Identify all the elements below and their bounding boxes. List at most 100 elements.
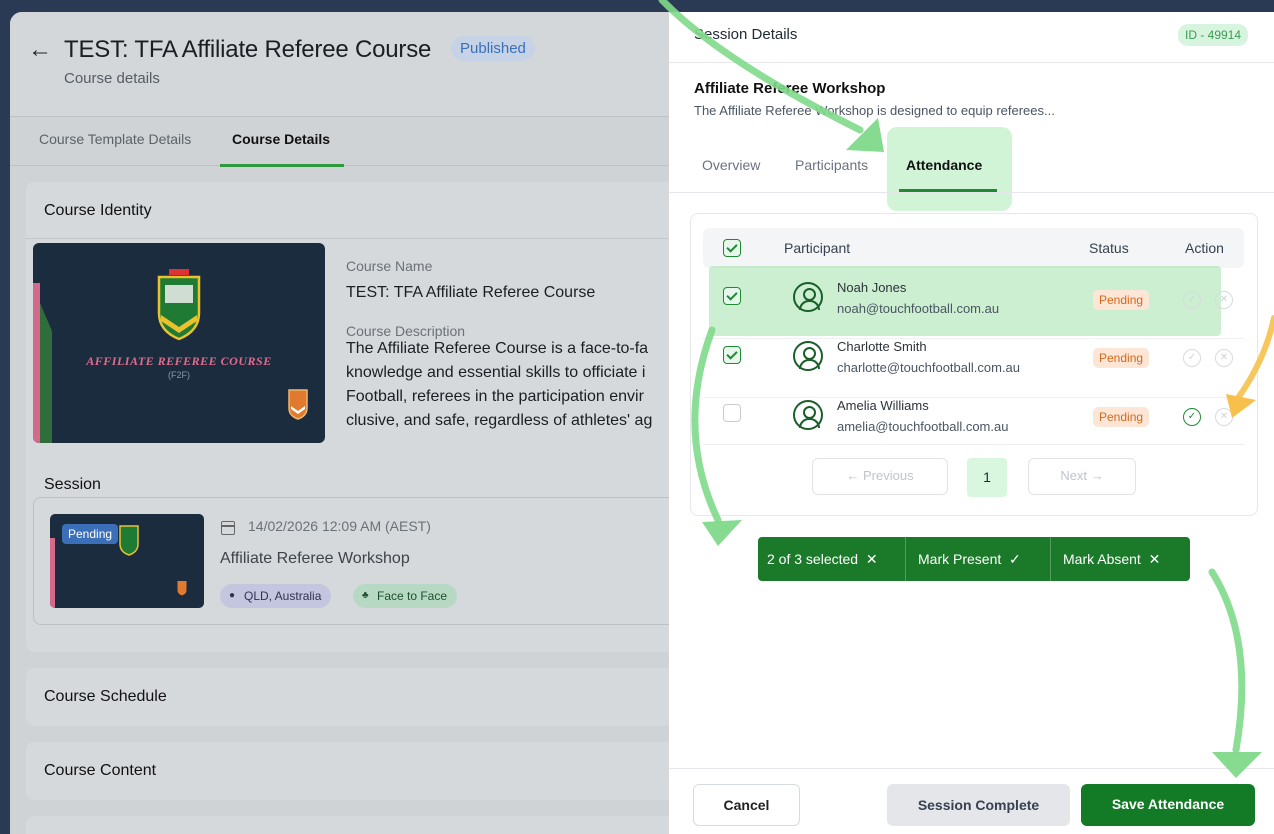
session-name: Affiliate Referee Workshop: [694, 80, 886, 97]
cancel-button[interactable]: Cancel: [693, 784, 800, 826]
row-checkbox[interactable]: [723, 346, 741, 364]
location-chip: ● QLD, Australia: [220, 584, 332, 608]
page-tabs: Course Template Details Course Details: [10, 116, 710, 167]
participant-email: charlotte@touchfootball.com.au: [837, 360, 1021, 375]
column-header-participant: Participant: [784, 240, 851, 256]
mark-absent-icon[interactable]: ✕: [1215, 349, 1233, 367]
course-schedule-card[interactable]: Course Schedule: [26, 668, 702, 726]
course-description: The Affiliate Referee Course is a face-t…: [346, 337, 666, 433]
session-details-drawer: Session Details ID - 49914 Affiliate Ref…: [669, 12, 1274, 834]
tab-course-template-details[interactable]: Course Template Details: [39, 131, 191, 147]
clear-selection-button[interactable]: 2 of 3 selected ✕: [767, 537, 878, 581]
participant-name: Noah Jones: [837, 280, 907, 295]
row-divider: [703, 444, 1244, 445]
status-badge: Pending: [1093, 407, 1150, 427]
divider: [669, 192, 1274, 193]
next-page-button[interactable]: Next →: [1028, 458, 1136, 495]
select-all-checkbox[interactable]: [723, 239, 741, 257]
course-name-label: Course Name: [346, 258, 433, 274]
close-icon: ✕: [1148, 551, 1161, 567]
location-pin-icon: ●: [229, 590, 236, 601]
mark-present-icon[interactable]: ✓: [1183, 349, 1201, 367]
row-checkbox[interactable]: [723, 404, 741, 422]
back-arrow-icon[interactable]: ←: [28, 38, 52, 62]
divider: [1050, 537, 1051, 581]
column-header-status: Status: [1089, 240, 1129, 256]
selection-count: 2 of 3 selected: [767, 551, 859, 567]
participant-name: Charlotte Smith: [837, 339, 927, 354]
mark-present-button[interactable]: Mark Present ✓: [918, 537, 1021, 581]
delivery-text: Face to Face: [377, 589, 448, 603]
course-cover-image: AFFILIATE REFEREE COURSE (F2F): [33, 243, 325, 443]
previous-label: Previous: [863, 468, 914, 483]
tab-attendance[interactable]: Attendance: [906, 157, 982, 173]
participant-email: noah@touchfootball.com.au: [837, 301, 1000, 316]
row-checkbox[interactable]: [723, 287, 741, 305]
status-badge: Pending: [1093, 348, 1150, 368]
course-schedule-title: Course Schedule: [44, 688, 167, 705]
session-section-title: Session: [44, 476, 101, 493]
drawer-title: Session Details: [694, 26, 798, 43]
session-status-tag: Pending: [62, 524, 119, 544]
tab-course-details[interactable]: Course Details: [232, 131, 330, 147]
status-badge: Pending: [1093, 290, 1150, 310]
small-shield-icon: [177, 581, 187, 596]
user-avatar-icon: [793, 341, 823, 371]
check-icon: ✓: [1009, 551, 1021, 567]
save-attendance-button[interactable]: Save Attendance: [1081, 784, 1255, 826]
session-date: 14/02/2026 12:09 AM (AEST): [248, 518, 431, 534]
page-header: ← TEST: TFA Affiliate Referee Course Pub…: [10, 12, 710, 116]
calendar-icon: [221, 521, 235, 535]
course-content-card[interactable]: Course Content: [26, 742, 702, 800]
mark-absent-button[interactable]: Mark Absent ✕: [1063, 537, 1160, 581]
next-label: Next: [1060, 468, 1088, 483]
collapsed-card[interactable]: [26, 816, 702, 834]
mark-present-icon[interactable]: ✓: [1183, 408, 1201, 426]
tab-overview[interactable]: Overview: [702, 157, 760, 173]
cover-title: AFFILIATE REFEREE COURSE: [86, 354, 272, 368]
row-divider: [703, 338, 1244, 339]
participant-email: amelia@touchfootball.com.au: [837, 419, 1009, 434]
column-header-action: Action: [1185, 240, 1224, 256]
location-text: QLD, Australia: [244, 589, 322, 603]
tab-participants[interactable]: Participants: [795, 157, 868, 173]
page-subtitle: Course details: [64, 70, 160, 87]
cover-subtitle: (F2F): [168, 370, 190, 380]
description-line: knowledge and essential skills to offici…: [346, 364, 646, 381]
course-identity-title: Course Identity: [44, 202, 152, 219]
course-name-value: TEST: TFA Affiliate Referee Course: [346, 284, 596, 301]
active-tab-indicator: [220, 164, 344, 167]
divider: [669, 62, 1274, 63]
close-icon: ✕: [865, 551, 878, 567]
user-avatar-icon: [793, 282, 823, 312]
session-complete-button[interactable]: Session Complete: [887, 784, 1070, 826]
divider: [905, 537, 906, 581]
course-content-title: Course Content: [44, 762, 157, 779]
mark-absent-icon[interactable]: ✕: [1215, 408, 1233, 426]
status-badge: Published: [451, 36, 535, 61]
small-shield-icon: [288, 389, 308, 420]
row-divider: [703, 397, 1244, 398]
session-description: The Affiliate Referee Workshop is design…: [694, 103, 1055, 118]
touch-football-shield-icon: [119, 525, 139, 556]
description-line: clusive, and safe, regardless of athlete…: [346, 412, 653, 429]
mark-present-label: Mark Present: [918, 551, 1002, 567]
description-line: The Affiliate Referee Course is a face-t…: [346, 340, 649, 357]
page-number-button[interactable]: 1: [967, 458, 1007, 497]
people-icon: ♣: [362, 590, 369, 601]
participant-name: Amelia Williams: [837, 398, 929, 413]
footer-divider: [669, 768, 1274, 769]
decor-bar: [50, 538, 55, 608]
bulk-action-bar: 2 of 3 selected ✕ Mark Present ✓ Mark Ab…: [758, 537, 1190, 581]
page-title: TEST: TFA Affiliate Referee Course: [64, 36, 432, 63]
delivery-chip: ♣ Face to Face: [353, 584, 458, 608]
user-avatar-icon: [793, 400, 823, 430]
mark-present-icon[interactable]: ✓: [1183, 291, 1201, 309]
divider: [26, 238, 710, 239]
previous-page-button[interactable]: ← Previous: [812, 458, 948, 495]
touch-football-shield-icon: [157, 269, 201, 341]
mark-absent-icon[interactable]: ✕: [1215, 291, 1233, 309]
session-id-badge: ID - 49914: [1178, 24, 1249, 46]
mark-absent-label: Mark Absent: [1063, 551, 1141, 567]
session-name: Affiliate Referee Workshop: [220, 550, 410, 567]
